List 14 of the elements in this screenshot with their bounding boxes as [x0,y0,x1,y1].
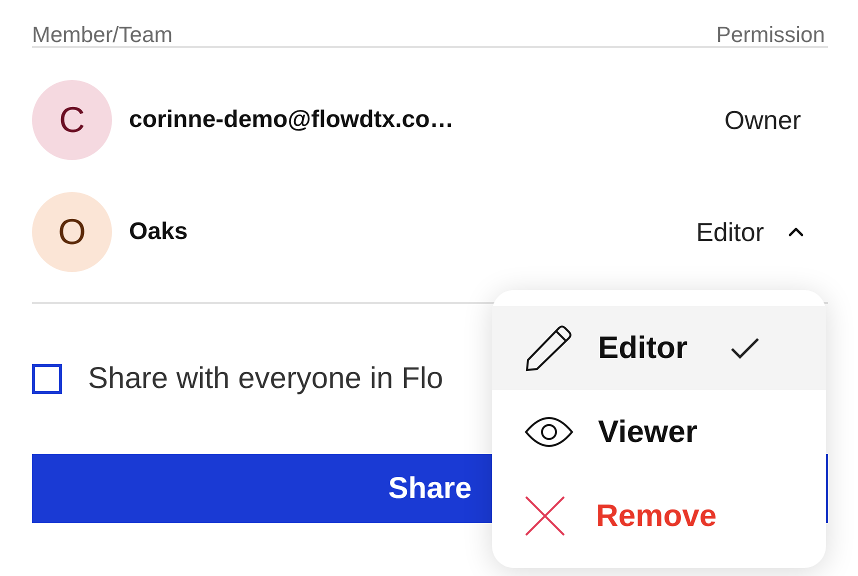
permission-dropdown[interactable]: Editor [696,216,804,248]
pencil-icon [524,323,574,373]
checkbox[interactable] [32,364,62,394]
member-name: Oaks [129,218,188,246]
close-icon [524,495,566,537]
avatar: C [32,80,112,160]
checkbox-label: Share with everyone in Flo [88,362,444,396]
member-name: corinne-demo@flowdtx.co… [129,106,454,134]
check-icon [730,337,760,359]
menu-item[interactable]: Editor [492,306,826,390]
column-heading: Permission [716,22,825,46]
permission-label: Owner [724,104,801,136]
avatar: O [32,192,112,272]
column-heading: Member/Team [32,22,173,46]
